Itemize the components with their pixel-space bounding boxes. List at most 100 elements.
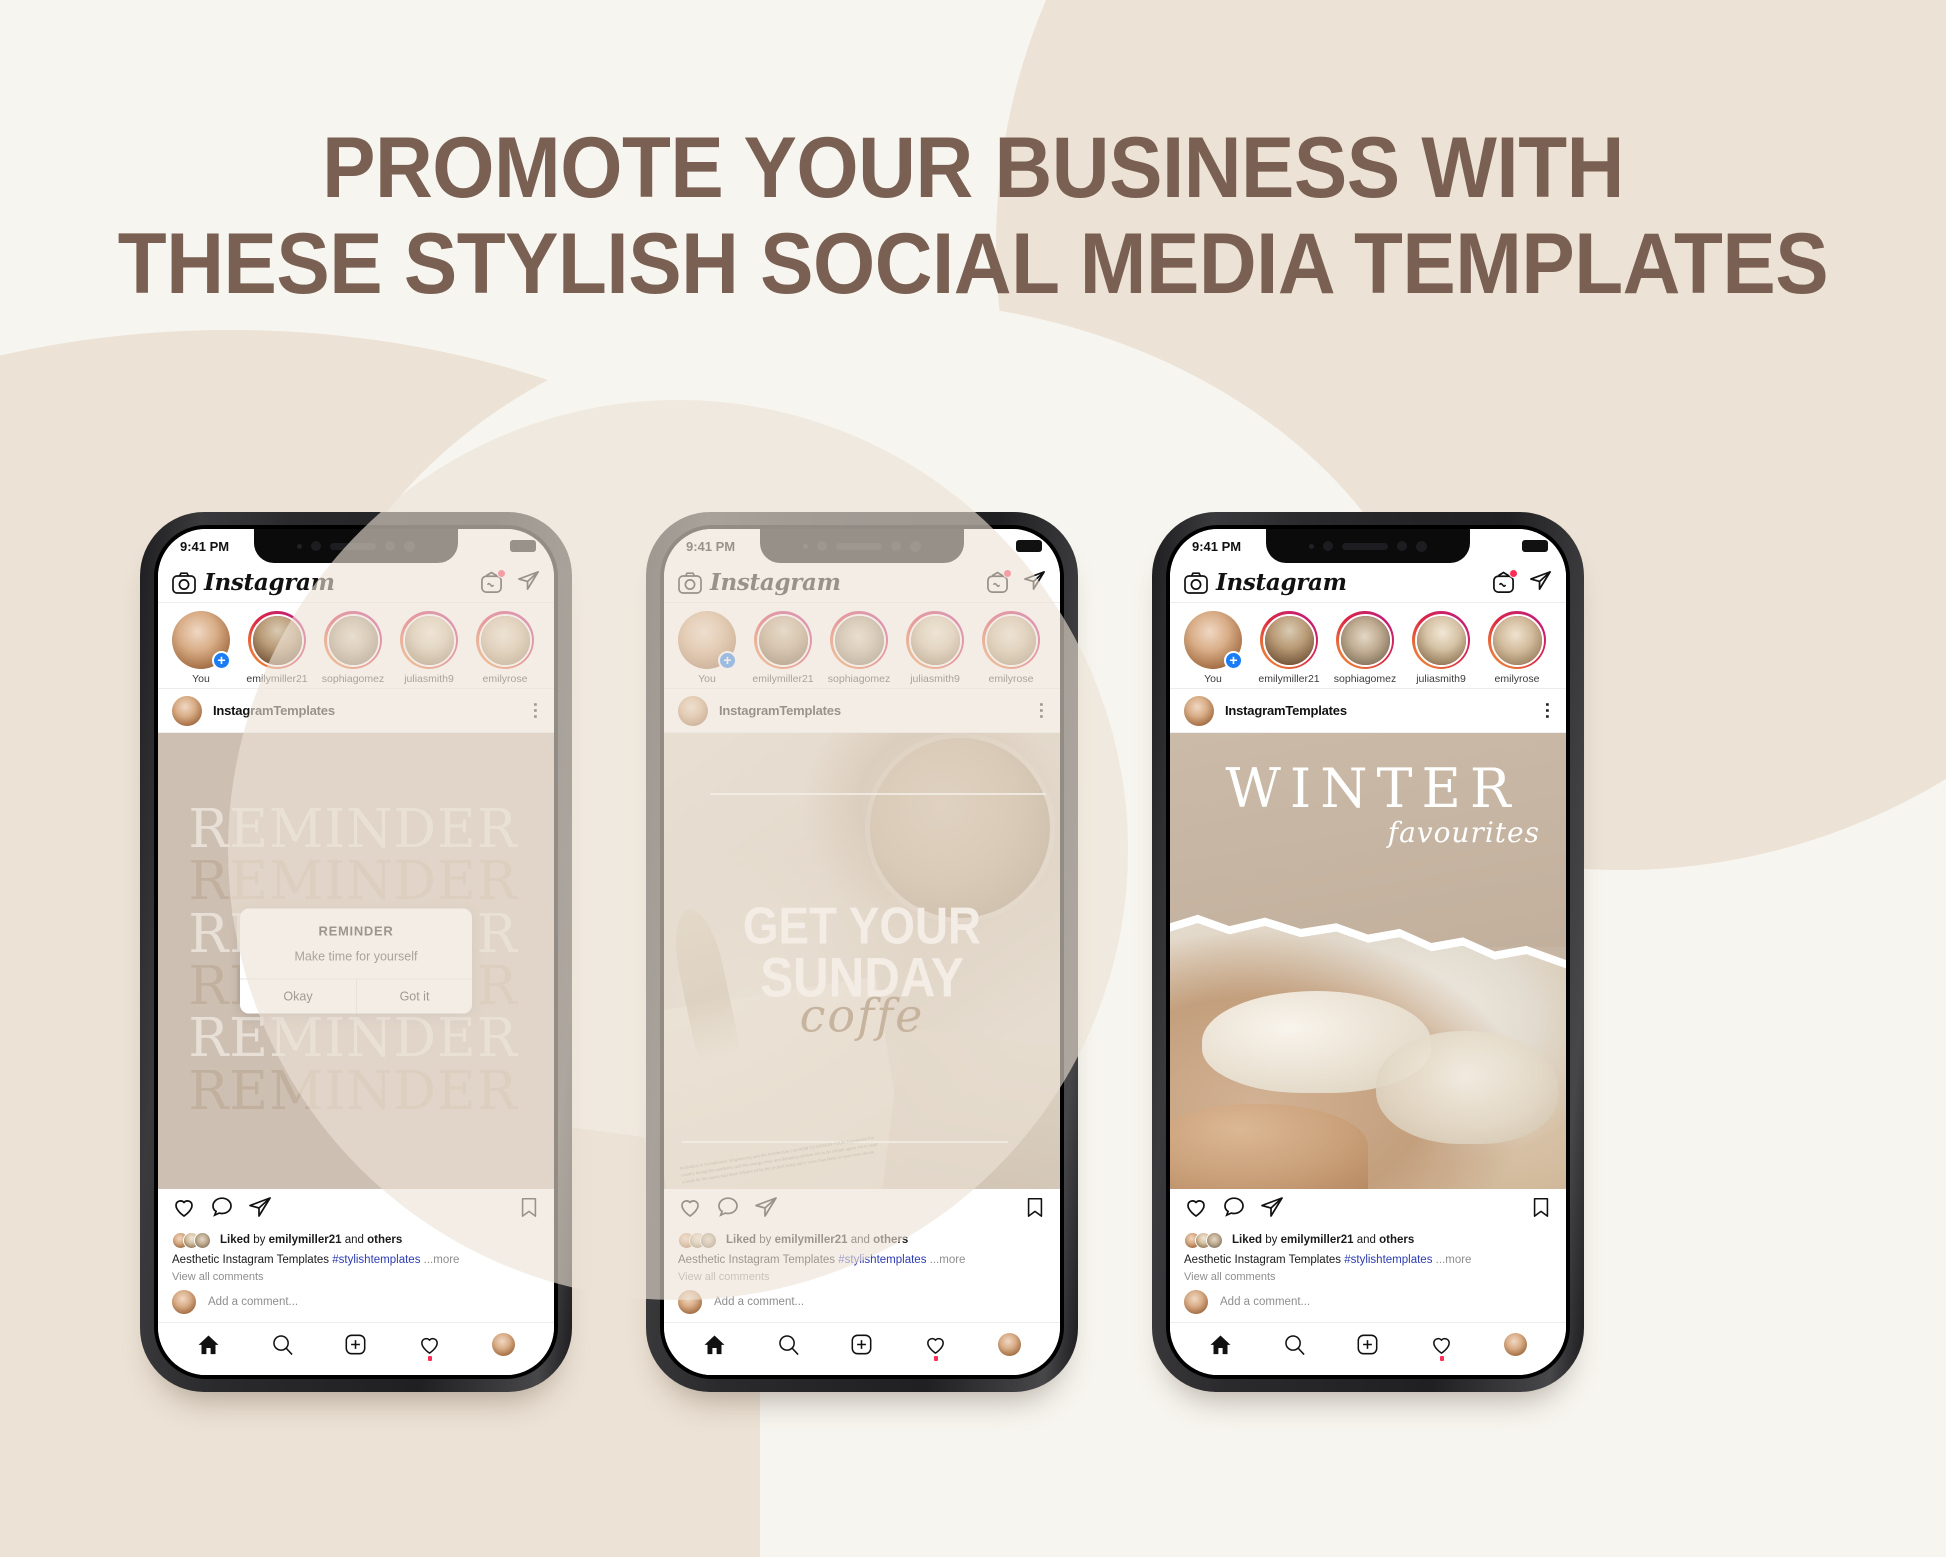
app-header-actions (480, 569, 540, 597)
bookmark-icon[interactable] (1530, 1196, 1552, 1223)
okay-button[interactable]: Okay (240, 979, 356, 1014)
story-item-emilymiller21[interactable]: emilymiller21 (1256, 611, 1322, 685)
avatar (172, 1290, 196, 1314)
comment-icon[interactable] (1222, 1195, 1246, 1224)
caption-hashtag[interactable]: #stylishtemplates (1344, 1254, 1432, 1266)
heart-icon[interactable] (172, 1195, 196, 1224)
add-story-icon[interactable]: + (212, 651, 231, 670)
story-item-emilyrose[interactable]: emilyrose (978, 611, 1044, 685)
story-item-emilymiller21[interactable]: emilymiller21 (750, 611, 816, 685)
camera-icon[interactable] (678, 571, 702, 594)
caption-hashtag[interactable]: #stylishtemplates (332, 1254, 420, 1266)
post-username[interactable]: InstagramTemplates (719, 703, 841, 718)
activity-heart-icon[interactable] (1430, 1333, 1453, 1361)
story-avatar (908, 613, 962, 667)
share-icon[interactable] (248, 1195, 272, 1224)
heart-icon[interactable] (1184, 1195, 1208, 1224)
avatar (1206, 1231, 1223, 1249)
comment-icon[interactable] (210, 1195, 234, 1224)
story-item-you[interactable]: + You (1180, 611, 1246, 685)
view-all-comments-link[interactable]: View all comments (1170, 1266, 1566, 1283)
story-item-emilyrose[interactable]: emilyrose (472, 611, 538, 685)
story-item-juliasmith9[interactable]: juliasmith9 (902, 611, 968, 685)
search-icon[interactable] (271, 1333, 294, 1356)
add-comment-input[interactable]: Add a comment... (714, 1296, 804, 1308)
story-item-you[interactable]: + You (674, 611, 740, 685)
more-options-icon[interactable]: ··· (1537, 702, 1557, 720)
more-options-icon[interactable]: ··· (525, 702, 545, 720)
avatar[interactable] (1184, 695, 1214, 726)
story-item-sophiagomez[interactable]: sophiagomez (1332, 611, 1398, 685)
comment-icon[interactable] (716, 1195, 740, 1224)
camera-icon[interactable] (172, 571, 196, 594)
stories-tray[interactable]: + You emilymiller21 sophiagomez juliasmi… (1170, 603, 1566, 689)
bookmark-icon[interactable] (518, 1196, 540, 1223)
story-item-you[interactable]: + You (168, 611, 234, 685)
activity-heart-icon[interactable] (418, 1333, 441, 1361)
story-label: emilyrose (482, 673, 528, 685)
post-header: InstagramTemplates ··· (664, 689, 1060, 733)
home-icon[interactable] (197, 1333, 220, 1356)
view-all-comments-link[interactable]: View all comments (664, 1266, 1060, 1283)
home-icon[interactable] (703, 1333, 726, 1356)
camera-icon[interactable] (1184, 571, 1208, 594)
add-comment-row[interactable]: Add a comment... (1170, 1283, 1566, 1323)
add-post-icon[interactable] (850, 1333, 873, 1356)
heart-icon[interactable] (678, 1195, 702, 1224)
share-icon[interactable] (1529, 569, 1552, 597)
profile-avatar-icon[interactable] (491, 1332, 515, 1356)
igtv-icon[interactable] (986, 569, 1012, 594)
post-username[interactable]: InstagramTemplates (213, 703, 335, 718)
profile-avatar-icon[interactable] (997, 1332, 1021, 1356)
add-post-icon[interactable] (1356, 1333, 1379, 1356)
add-story-icon[interactable]: + (718, 651, 737, 670)
story-item-juliasmith9[interactable]: juliasmith9 (396, 611, 462, 685)
story-item-emilyrose[interactable]: emilyrose (1484, 611, 1550, 685)
tab-bar (664, 1323, 1060, 1375)
search-icon[interactable] (1283, 1333, 1306, 1356)
reminder-dialog[interactable]: REMINDER Make time for yourself Okay Got… (240, 908, 472, 1014)
share-icon[interactable] (1260, 1195, 1284, 1224)
profile-avatar-icon[interactable] (1503, 1332, 1527, 1356)
app-header: Instagram (664, 563, 1060, 603)
share-icon[interactable] (517, 569, 540, 597)
igtv-icon[interactable] (1492, 569, 1518, 594)
coffee-template: Motivation is Complicated. Engineering a… (664, 733, 1060, 1189)
caption-hashtag[interactable]: #stylishtemplates (838, 1254, 926, 1266)
add-story-icon[interactable]: + (1224, 651, 1243, 670)
reminder-word: REMINDER (188, 1060, 518, 1122)
view-all-comments-link[interactable]: View all comments (158, 1266, 554, 1283)
avatar[interactable] (678, 695, 708, 726)
search-icon[interactable] (777, 1333, 800, 1356)
avatar[interactable] (172, 695, 202, 726)
likes-user: emilymiller21 (1280, 1234, 1354, 1246)
stories-tray[interactable]: + You emilymiller21 sophiagomez juliasmi… (664, 603, 1060, 689)
home-icon[interactable] (1209, 1333, 1232, 1356)
igtv-icon[interactable] (480, 569, 506, 594)
activity-heart-icon[interactable] (924, 1333, 947, 1361)
caption-more-link[interactable]: ...more (1436, 1254, 1472, 1266)
add-comment-row[interactable]: Add a comment... (158, 1283, 554, 1323)
caption-more-link[interactable]: ...more (424, 1254, 460, 1266)
add-comment-row[interactable]: Add a comment... (664, 1283, 1060, 1323)
share-icon[interactable] (754, 1195, 778, 1224)
more-options-icon[interactable]: ··· (1031, 702, 1051, 720)
story-item-sophiagomez[interactable]: sophiagomez (320, 611, 386, 685)
caption-more-link[interactable]: ...more (930, 1254, 966, 1266)
story-item-emilymiller21[interactable]: emilymiller21 (244, 611, 310, 685)
add-comment-input[interactable]: Add a comment... (1220, 1296, 1310, 1308)
story-item-sophiagomez[interactable]: sophiagomez (826, 611, 892, 685)
activity-badge (933, 1355, 938, 1361)
got-it-button[interactable]: Got it (356, 979, 472, 1014)
add-comment-input[interactable]: Add a comment... (208, 1296, 298, 1308)
stories-tray[interactable]: + You emilymiller21 sophiagomez juliasmi… (158, 603, 554, 689)
status-time: 9:41 PM (180, 538, 230, 554)
post-username[interactable]: InstagramTemplates (1225, 703, 1347, 718)
notch-sensor-2 (385, 541, 395, 551)
bookmark-icon[interactable] (1024, 1196, 1046, 1223)
story-item-juliasmith9[interactable]: juliasmith9 (1408, 611, 1474, 685)
reminder-word: REMINDER (188, 1008, 518, 1070)
share-icon[interactable] (1023, 569, 1046, 597)
add-post-icon[interactable] (344, 1333, 367, 1356)
headline-line-1: PROMOTE YOUR BUSINESS WITH (322, 120, 1624, 216)
